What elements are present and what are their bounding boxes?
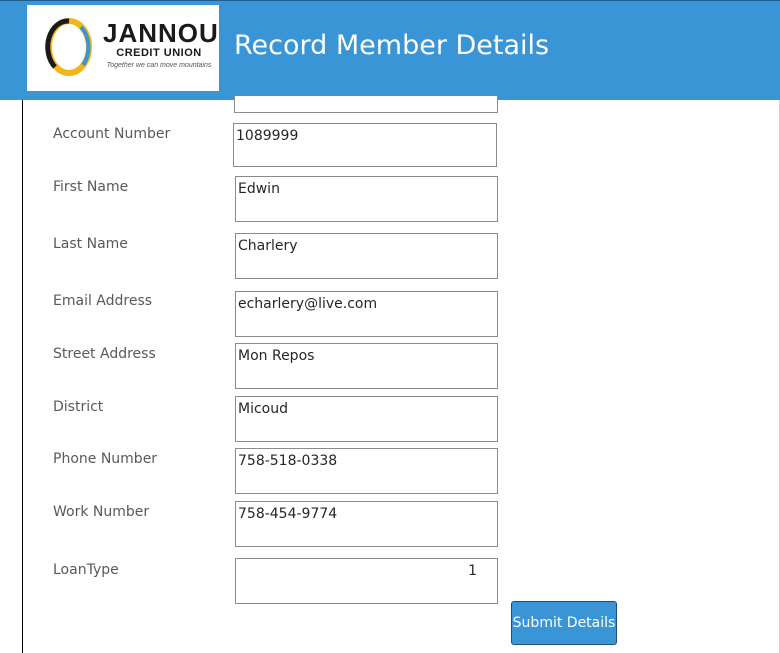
work-number-label: Work Number (53, 504, 150, 520)
logo-tagline: Together we can move mountains (106, 62, 212, 69)
last-name-field[interactable]: Charlery (235, 233, 498, 279)
street-address-field[interactable]: Mon Repos (235, 343, 498, 389)
email-address-field[interactable]: echarlery@live.com (235, 291, 498, 337)
page-title: Record Member Details (234, 30, 550, 61)
partial-field[interactable] (234, 96, 498, 113)
street-address-label: Street Address (53, 346, 156, 362)
logo: JANNOU CREDIT UNION Together we can move… (27, 5, 219, 91)
logo-text: JANNOU CREDIT UNION Together we can move… (103, 18, 219, 72)
phone-number-field[interactable]: 758-518-0338 (235, 448, 498, 494)
header-bar: JANNOU CREDIT UNION Together we can move… (0, 0, 780, 100)
left-border (22, 100, 23, 653)
last-name-label: Last Name (53, 236, 128, 252)
district-field[interactable]: Micoud (235, 396, 498, 442)
work-number-field[interactable]: 758-454-9774 (235, 501, 498, 547)
first-name-field[interactable]: Edwin (235, 176, 498, 222)
submit-details-button[interactable]: Submit Details (511, 601, 617, 645)
district-label: District (53, 399, 104, 415)
email-address-label: Email Address (53, 293, 153, 309)
logo-name: JANNOU (103, 18, 219, 48)
logo-ring-icon (45, 18, 92, 76)
first-name-label: First Name (53, 179, 129, 195)
logo-subtitle: CREDIT UNION (116, 47, 202, 59)
phone-number-label: Phone Number (53, 451, 158, 467)
account-number-field[interactable]: 1089999 (233, 123, 497, 167)
account-number-label: Account Number (53, 126, 171, 142)
loan-type-label: LoanType (53, 562, 119, 578)
header-top-border (0, 0, 780, 1)
loan-type-field[interactable]: 1 (235, 558, 498, 604)
